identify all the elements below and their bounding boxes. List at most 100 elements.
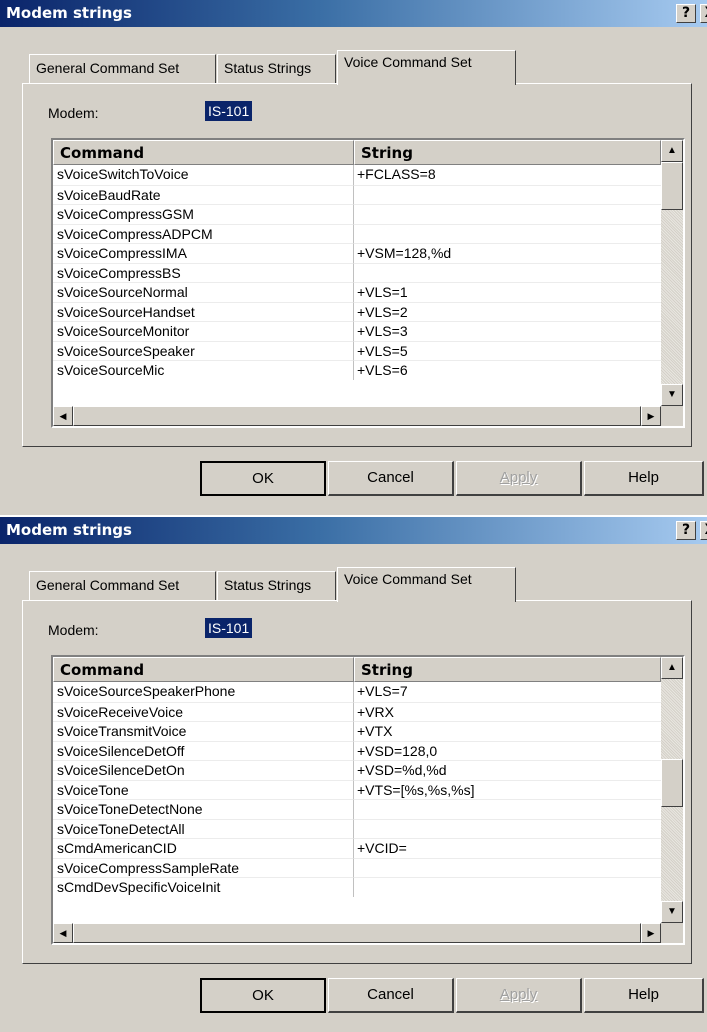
string-cell <box>354 799 661 819</box>
vertical-scroll-thumb[interactable] <box>661 759 683 807</box>
modem-label: Modem: <box>48 105 99 121</box>
title-bar: Modem strings ? X <box>0 517 707 544</box>
tab-general-command-set[interactable]: General Command Set <box>29 571 216 600</box>
column-header-command[interactable]: Command <box>53 140 354 165</box>
list-row[interactable]: sVoiceSourceMonitor +VLS=3 <box>53 321 661 341</box>
command-cell: sVoiceSourceSpeaker <box>53 340 354 360</box>
list-header: Command String <box>53 657 661 682</box>
string-cell <box>354 877 661 897</box>
list-row[interactable]: sCmdDevSpecificVoiceInit <box>53 877 661 897</box>
string-cell: +VRX <box>354 701 661 722</box>
list-row[interactable]: sVoiceTransmitVoice +VTX <box>53 721 661 741</box>
list-row[interactable]: sVoiceToneDetectAll <box>53 818 661 838</box>
list-row[interactable]: sVoiceSilenceDetOff +VSD=128,0 <box>53 740 661 761</box>
ok-button[interactable]: OK <box>200 978 326 1013</box>
close-icon[interactable]: X <box>700 521 707 540</box>
window-title: Modem strings <box>6 521 132 539</box>
list-row[interactable]: sVoiceSilenceDetOn +VSD=%d,%d <box>53 760 661 780</box>
list-row[interactable]: sVoiceCompressGSM <box>53 204 661 224</box>
string-cell <box>354 223 661 244</box>
tab-status-strings[interactable]: Status Strings <box>217 571 336 600</box>
list-rows: sVoiceSwitchToVoice +FCLASS=8 sVoiceBaudR… <box>53 165 661 406</box>
string-cell <box>354 204 661 224</box>
list-row[interactable]: sVoiceSourceSpeakerPhone +VLS=7 <box>53 682 661 702</box>
scroll-left-arrow-icon[interactable]: ◀ <box>53 406 73 426</box>
ok-button[interactable]: OK <box>200 461 326 496</box>
string-cell: +FCLASS=8 <box>357 166 436 182</box>
column-header-string[interactable]: String <box>354 140 661 165</box>
tab-status-strings[interactable]: Status Strings <box>217 54 336 83</box>
tab-voice-command-set[interactable]: Voice Command Set <box>337 50 516 85</box>
column-header-string[interactable]: String <box>354 657 661 682</box>
vertical-scrollbar[interactable]: ▲ ▼ <box>661 657 683 923</box>
command-list[interactable]: Command String sVoiceSourceSpeakerPhone +… <box>51 655 685 945</box>
apply-label: Apply <box>499 986 538 1003</box>
horizontal-scroll-thumb[interactable] <box>73 406 641 426</box>
cancel-button[interactable]: Cancel <box>328 978 454 1013</box>
horizontal-scrollbar[interactable]: ◀ ▶ <box>53 923 661 943</box>
string-cell: +VSD=128,0 <box>354 740 661 761</box>
help-icon[interactable]: ? <box>676 521 696 540</box>
help-button[interactable]: Help <box>584 461 704 496</box>
string-cell: +VLS=6 <box>354 360 661 380</box>
horizontal-scrollbar[interactable]: ◀ ▶ <box>53 406 661 426</box>
scroll-up-arrow-icon[interactable]: ▲ <box>661 140 683 162</box>
scroll-right-arrow-icon[interactable]: ▶ <box>641 406 661 426</box>
list-row[interactable]: sCmdAmericanCID +VCID= <box>53 838 661 858</box>
command-cell: sVoiceSourceSpeakerPhone <box>53 682 354 702</box>
list-row[interactable]: sVoiceSourceMic +VLS=6 <box>53 360 661 380</box>
list-row[interactable]: sVoiceSourceNormal +VLS=1 <box>53 282 661 302</box>
list-row[interactable]: sVoiceCompressSampleRate <box>53 857 661 878</box>
command-cell: sVoiceTransmitVoice <box>53 721 354 741</box>
modem-value: IS-101 <box>205 618 253 638</box>
window-title: Modem strings <box>6 4 132 22</box>
tab-voice-command-set[interactable]: Voice Command Set <box>337 567 516 602</box>
list-row[interactable]: sVoiceReceiveVoice +VRX <box>53 701 661 722</box>
command-list[interactable]: Command String sVoiceSwitchToVoice +FCLAS… <box>51 138 685 428</box>
apply-button[interactable]: Apply <box>456 978 582 1013</box>
cancel-button[interactable]: Cancel <box>328 461 454 496</box>
command-cell: sVoiceSwitchToVoice <box>53 165 354 185</box>
string-cell: +VSM=128,%d <box>354 243 661 263</box>
scroll-down-arrow-icon[interactable]: ▼ <box>661 901 683 923</box>
horizontal-scroll-thumb[interactable] <box>73 923 641 943</box>
help-icon[interactable]: ? <box>676 4 696 23</box>
string-cell: +VTS=[%s,%s,%s] <box>354 779 661 800</box>
vertical-scroll-thumb[interactable] <box>661 162 683 210</box>
string-cell: +VCID= <box>354 838 661 858</box>
close-icon[interactable]: X <box>700 4 707 23</box>
command-cell: sCmdDevSpecificVoiceInit <box>53 877 354 897</box>
scroll-down-arrow-icon[interactable]: ▼ <box>661 384 683 406</box>
string-cell: +VSD=%d,%d <box>354 760 661 780</box>
list-row[interactable]: sVoiceBaudRate <box>53 184 661 204</box>
list-row[interactable]: sVoiceToneDetectNone <box>53 799 661 819</box>
list-row[interactable]: sVoiceSourceHandset +VLS=2 <box>53 301 661 321</box>
tab-general-command-set[interactable]: General Command Set <box>29 54 216 83</box>
modem-strings-dialog-1: Modem strings ? X General Command Set St… <box>0 0 707 515</box>
list-row[interactable]: sVoiceSourceSpeaker +VLS=5 <box>53 340 661 360</box>
string-cell: +VTX <box>354 721 661 741</box>
command-cell: sVoiceReceiveVoice <box>53 701 354 721</box>
string-cell <box>354 857 661 878</box>
command-cell: sVoiceBaudRate <box>53 184 354 204</box>
list-row[interactable]: sVoiceSwitchToVoice +FCLASS=8 <box>53 165 661 185</box>
scroll-right-arrow-icon[interactable]: ▶ <box>641 923 661 943</box>
help-button[interactable]: Help <box>584 978 704 1013</box>
list-row[interactable]: sVoiceCompressADPCM <box>53 223 661 244</box>
command-cell: sVoiceTone <box>53 779 354 799</box>
modem-strings-dialog-2: Modem strings ? X General Command Set St… <box>0 517 707 1032</box>
command-cell: sVoiceToneDetectNone <box>53 799 354 819</box>
vertical-scrollbar[interactable]: ▲ ▼ <box>661 140 683 406</box>
list-header: Command String <box>53 140 661 165</box>
list-row[interactable]: sVoiceTone +VTS=[%s,%s,%s] <box>53 779 661 800</box>
scroll-up-arrow-icon[interactable]: ▲ <box>661 657 683 679</box>
command-cell: sVoiceSourceNormal <box>53 282 354 302</box>
column-header-command[interactable]: Command <box>53 657 354 682</box>
list-row[interactable]: sVoiceCompressIMA +VSM=128,%d <box>53 243 661 263</box>
list-row[interactable]: sVoiceCompressBS <box>53 262 661 282</box>
command-cell: sVoiceCompressBS <box>53 262 354 282</box>
scroll-left-arrow-icon[interactable]: ◀ <box>53 923 73 943</box>
command-cell: sVoiceSourceMic <box>53 360 354 380</box>
scroll-corner <box>661 923 683 943</box>
apply-button[interactable]: Apply <box>456 461 582 496</box>
